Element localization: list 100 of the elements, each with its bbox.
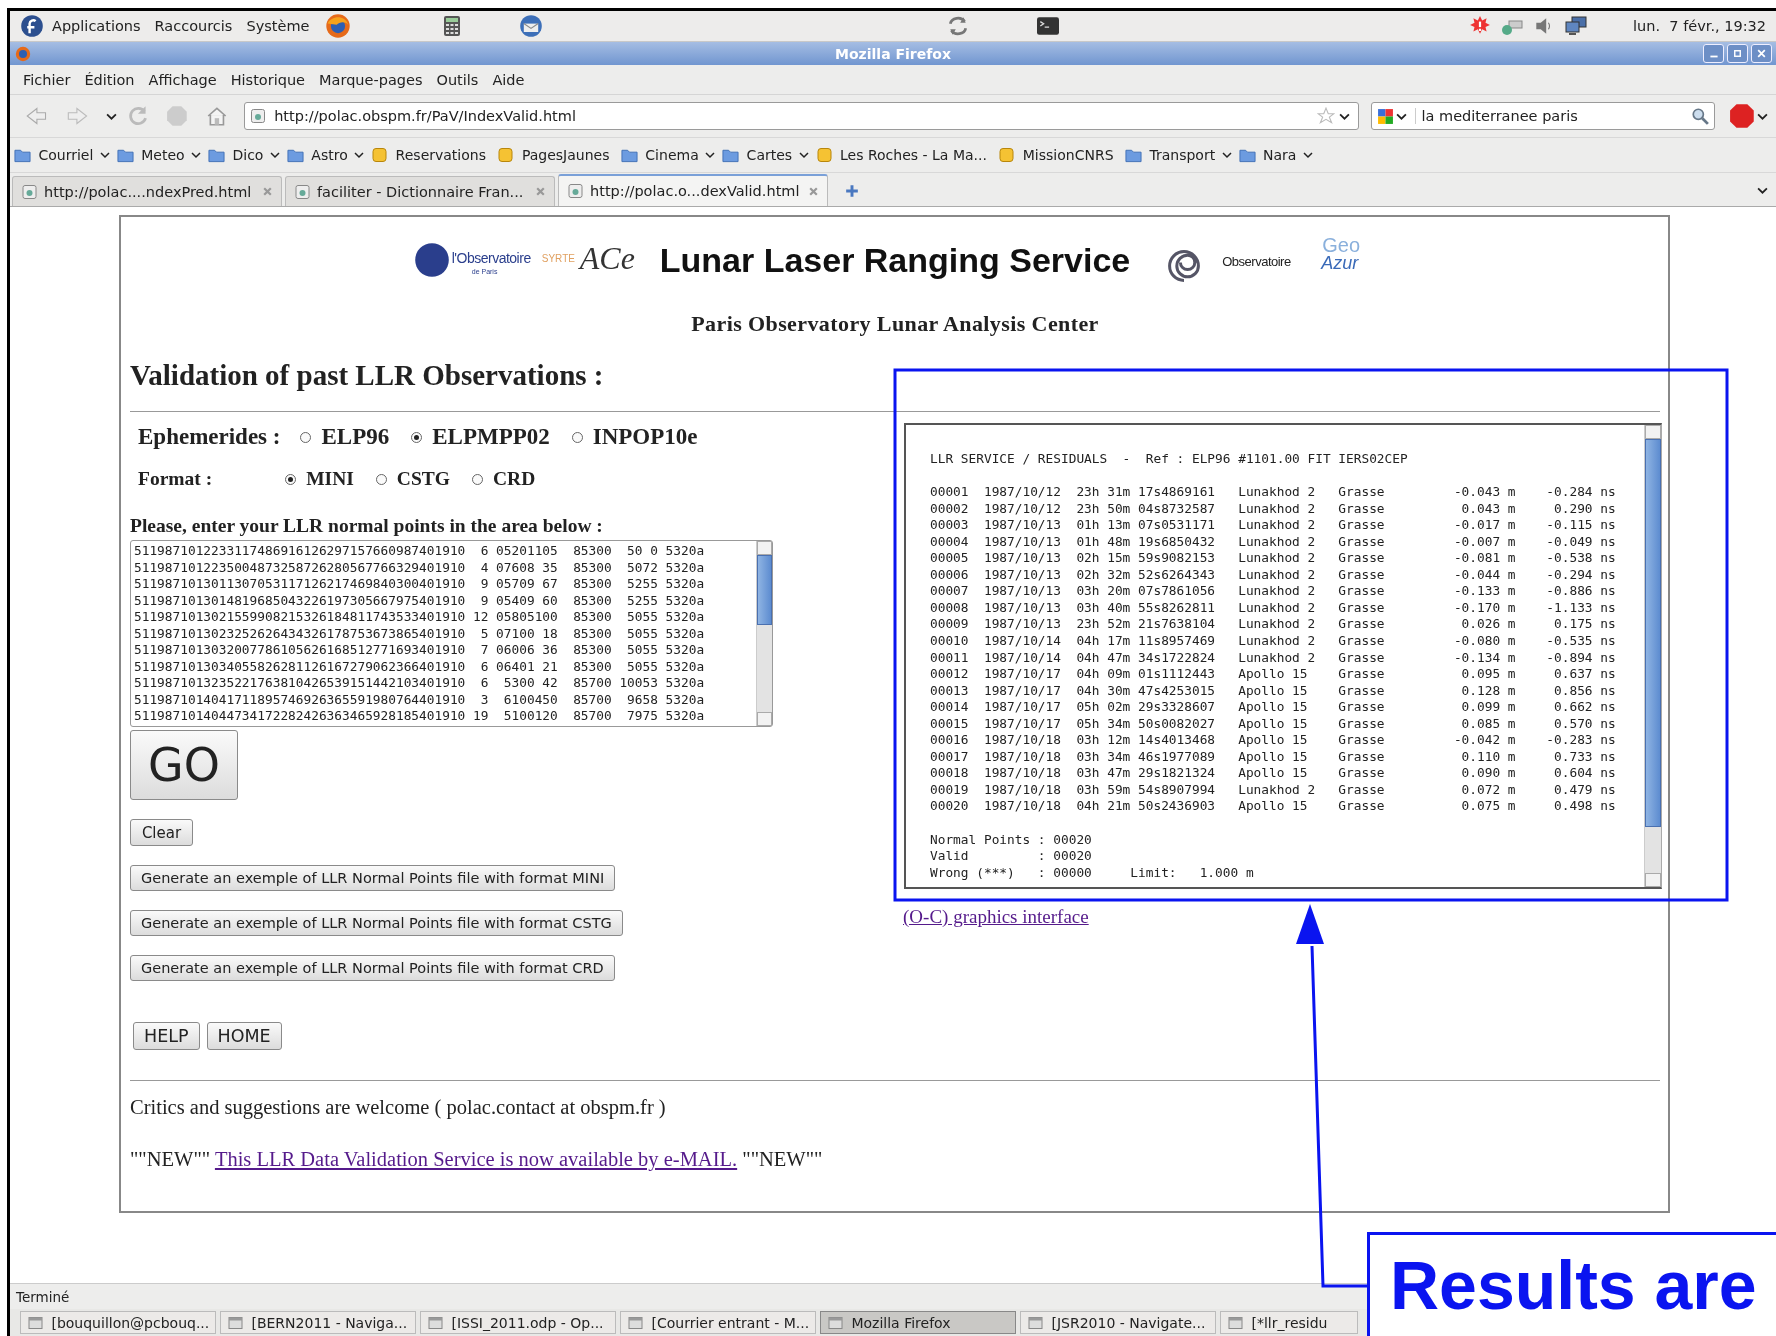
menu-item[interactable]: Marque-pages — [312, 71, 430, 88]
taskbar-item[interactable]: [ISSI_2011.odp - Op... — [420, 1311, 616, 1334]
browser-tab[interactable]: http://polac....ndexPred.html — [12, 176, 282, 206]
folder-icon — [1125, 147, 1142, 163]
taskbar-item[interactable]: [*llr_residu — [1220, 1311, 1358, 1334]
panel-menu[interactable]: Système — [246, 18, 310, 34]
page-icon — [815, 147, 833, 163]
radio-label: CSTG — [396, 468, 450, 490]
panel-clock[interactable]: lun. 7 févr., 19:32 — [1633, 18, 1766, 34]
email-service-link[interactable]: This LLR Data Validation Service is now available by e-MAIL. — [214, 1148, 738, 1170]
bookmark-item[interactable]: Les Roches - La Ma... — [815, 147, 992, 163]
address-field[interactable]: http://polac.obspm.fr/PaV/IndexValid.html — [244, 102, 1359, 130]
menu-item[interactable]: Édition — [77, 71, 142, 88]
globe-launcher-icon[interactable] — [325, 13, 352, 39]
clear-button[interactable]: Clear — [130, 819, 193, 846]
panel-menu[interactable]: Applications — [52, 18, 141, 34]
input-label: Please, enter your LLR normal points in the area below : — [130, 514, 603, 538]
bookmark-item[interactable]: Astro — [286, 147, 365, 163]
generate-example-button[interactable]: Generate an exemple of LLR Normal Points file with format CSTG — [130, 910, 623, 936]
menu-item[interactable]: Historique — [223, 71, 313, 88]
bookmark-item[interactable]: Meteo — [116, 147, 202, 163]
radio-button[interactable] — [471, 473, 483, 485]
terminal-icon[interactable] — [1035, 15, 1062, 37]
window-icon — [827, 1314, 844, 1331]
menu-item[interactable]: Affichage — [141, 71, 224, 88]
radio-button[interactable] — [285, 473, 297, 485]
page-icon — [294, 183, 311, 200]
logo-text: SYRTE — [541, 253, 575, 264]
spiral-logo-icon — [1166, 248, 1203, 284]
go-button[interactable]: GO — [130, 730, 238, 800]
panel-menu[interactable]: Raccourcis — [154, 18, 233, 34]
radio-label: CRD — [492, 468, 536, 490]
logo-text: Azur — [1321, 253, 1359, 274]
radio-button[interactable] — [571, 431, 583, 443]
bookmark-item[interactable]: Cinema — [620, 147, 716, 163]
bookmark-item[interactable]: Courriel — [14, 147, 110, 163]
generate-example-button[interactable]: Generate an exemple of LLR Normal Points file with format CRD — [130, 955, 615, 981]
bookmark-item[interactable]: Transport — [1125, 147, 1232, 163]
result-row-text: 00014 1987/10/17 05h 02m 29s3328607 Apollo 15 Grasse 0.099 m 0.662 ns — [930, 699, 1617, 716]
fedora-logo-icon[interactable] — [20, 14, 44, 38]
field-label: Ephemerides : — [138, 424, 281, 450]
bookmark-item[interactable]: Dico — [208, 147, 280, 163]
nav-button[interactable]: HOME — [206, 1022, 282, 1050]
folder-icon — [14, 147, 31, 163]
new-tab-icon[interactable] — [845, 184, 859, 198]
radio-button[interactable] — [411, 431, 423, 443]
bookmark-item[interactable]: Reservations — [371, 147, 491, 163]
graphics-link[interactable]: (O-C) graphics interface — [903, 905, 1089, 929]
folder-icon — [722, 147, 740, 163]
search-field[interactable]: la mediterranee paris — [1370, 102, 1716, 130]
folder-icon — [116, 147, 134, 163]
logo-text: Geo — [1322, 234, 1361, 256]
result-row-text: 00017 1987/10/18 03h 34m 46s1977089 Apollo 15 Grasse 0.110 m 0.733 ns — [930, 748, 1617, 766]
monitor-icon[interactable] — [1565, 15, 1588, 37]
menu-item[interactable]: Outils — [429, 71, 486, 88]
points-input-field[interactable]: 5119871012233117486916126297157660987401910 6 05201105 85300 50 0 5320a 5119871012235004873258726280567766329401910 4 07608 35 85300 5072 5320a 5119871013011307053117126217469840300401910 9 05709 67 85300 5255 5320a 5119871013014819685043226197305667975401910 9 05409 60 85300 5255 5320a 5119871013021559908215326184811743533401910 12 05805100 85300 5055 5320a 5119871013023252626434326178753673865401910 5 07100 18 85300 5055 5320a 5119871013032007786105626168512771693401910 7 06006 36 85300 5055 5320a 5119871013034055826281126167279062366401910 6 06401 21 85300 5055 5320a 5119871013235221763810426539151442103401910 6 5300 42 85700 10053 5320a 5119871014041711895746926365591980764401910 3 6100450 85700 9658 5320a 5119871014044734172282426363465928185401910 19 5100120 85700 7975 5320a — [130, 540, 773, 727]
notice-text: ""NEW"" This LLR Data Validation Service is now available by e-MAIL. ""NEW"" — [130, 1147, 824, 1171]
result-row-text: 00013 1987/10/17 04h 30m 47s4253015 Apollo 15 Grasse 0.128 m 0.856 ns — [930, 682, 1617, 700]
scrollbar[interactable] — [756, 541, 772, 726]
bookmark-item[interactable]: PagesJaunes — [497, 147, 614, 163]
chevron-down-icon — [269, 150, 280, 160]
result-row-text: 00003 1987/10/13 01h 13m 07s0531171 Lunakhod 2 Grasse -0.017 m -0.115 ns — [930, 517, 1617, 534]
menu-item[interactable]: Fichier — [16, 71, 78, 88]
star-icon[interactable] — [1316, 107, 1335, 125]
radio-button[interactable] — [300, 431, 312, 443]
window-icon — [27, 1314, 44, 1331]
taskbar-item[interactable]: [bouquillon@pcbouq... — [20, 1311, 216, 1334]
search-icon[interactable] — [1691, 107, 1710, 125]
close-icon — [1756, 48, 1767, 59]
radio-button[interactable] — [375, 473, 387, 485]
scrollbar[interactable] — [1644, 425, 1661, 887]
maximize-button[interactable] — [1727, 44, 1748, 63]
browser-tab[interactable]: faciliter - Dictionnaire Fran... — [285, 176, 555, 206]
chevron-down-icon[interactable] — [1757, 185, 1768, 196]
bookmark-item[interactable]: Cartes — [722, 147, 809, 163]
result-row-text: 00002 1987/10/12 23h 50m 04s8732587 Lunakhod 2 Grasse 0.043 m 0.290 ns — [930, 500, 1617, 518]
window-icon — [427, 1314, 444, 1331]
mail-bird-icon[interactable] — [519, 14, 544, 38]
nav-button[interactable]: HELP — [133, 1022, 200, 1050]
taskbar-item[interactable]: [Courrier entrant - M... — [620, 1311, 816, 1334]
minimize-button[interactable] — [1703, 44, 1724, 63]
summary-line: Wrong (***) : 00000 Limit: 1.000 m — [930, 864, 1255, 882]
bookmark-item[interactable]: Nara — [1238, 147, 1313, 163]
result-row-text: 00005 1987/10/13 02h 15m 59s9082153 Lunakhod 2 Grasse -0.081 m -0.538 ns — [930, 550, 1617, 567]
folder-icon — [286, 147, 304, 163]
search-engine-icon[interactable] — [1376, 107, 1394, 125]
generate-example-button[interactable]: Generate an exemple of LLR Normal Points file with format MINI — [130, 865, 616, 891]
field-label: Format : — [138, 468, 213, 490]
menu-item[interactable]: Aide — [485, 71, 532, 88]
browser-tab[interactable]: http://polac.o...dexValid.html — [558, 174, 828, 206]
radio-label: ELPMPP02 — [432, 424, 550, 450]
taskbar-item[interactable]: Mozilla Firefox — [820, 1311, 1016, 1334]
stop-sign-icon[interactable] — [1729, 103, 1756, 129]
bookmark-item[interactable]: MissionCNRS — [998, 147, 1118, 163]
taskbar-item[interactable]: [JSR2010 - Navigate... — [1020, 1311, 1216, 1334]
close-button[interactable] — [1751, 44, 1772, 63]
taskbar-item[interactable]: [BERN2011 - Naviga... — [220, 1311, 416, 1334]
result-row-text: 00001 1987/10/12 23h 31m 17s4869161 Lunakhod 2 Grasse -0.043 m -0.284 ns — [930, 484, 1617, 501]
close-icon[interactable] — [808, 185, 819, 197]
page-subtitle: Paris Observatory Lunar Analysis Center — [690, 312, 1100, 336]
